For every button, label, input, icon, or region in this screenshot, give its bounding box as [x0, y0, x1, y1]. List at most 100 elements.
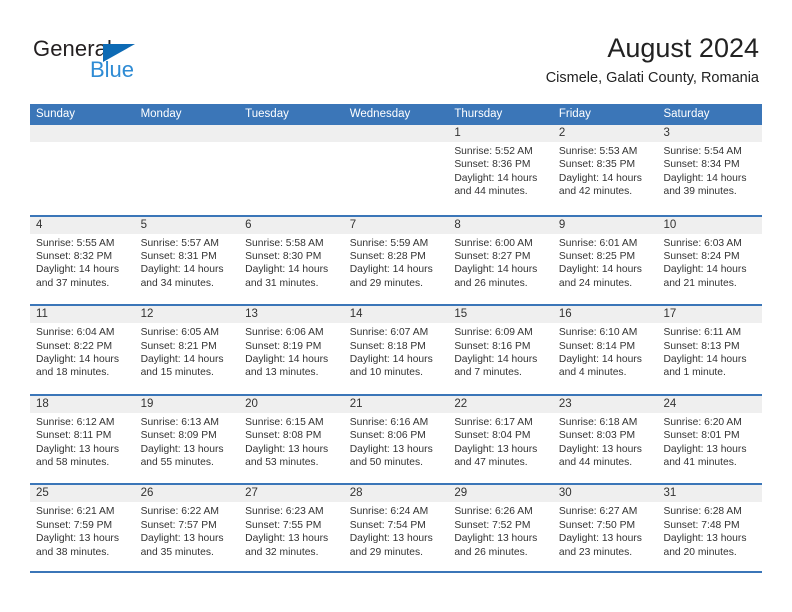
day-cell[interactable]: 1 Sunrise: 5:52 AM Sunset: 8:36 PM Dayli… — [448, 125, 553, 215]
day-cell[interactable]: 19 Sunrise: 6:13 AM Sunset: 8:09 PM Dayl… — [135, 396, 240, 484]
day-info: Sunrise: 5:57 AM Sunset: 8:31 PM Dayligh… — [141, 237, 240, 291]
daylight-text-line1: Daylight: 14 hours — [36, 264, 119, 276]
sunset-text: Sunset: 8:35 PM — [558, 159, 636, 171]
sunset-text: Sunset: 8:32 PM — [36, 251, 113, 262]
page-title: August 2024 — [607, 33, 759, 63]
day-number — [36, 125, 135, 142]
day-cell[interactable]: 10 Sunrise: 6:03 AM Sunset: 8:24 PM Dayl… — [657, 217, 762, 305]
day-cell[interactable]: 17 Sunrise: 6:11 AM Sunset: 8:13 PM Dayl… — [657, 306, 762, 394]
day-cell[interactable]: 27 Sunrise: 6:23 AM Sunset: 7:55 PM Dayl… — [239, 485, 344, 571]
day-number: 11 — [36, 308, 48, 321]
sunset-text: Sunset: 8:03 PM — [558, 430, 636, 442]
sunset-text: Sunset: 7:50 PM — [558, 519, 636, 531]
day-cell[interactable]: 7 Sunrise: 5:59 AM Sunset: 8:28 PM Dayli… — [344, 217, 449, 305]
day-info: Sunrise: 6:17 AM Sunset: 8:04 PM Dayligh… — [454, 416, 553, 470]
day-cell[interactable]: 30 Sunrise: 6:27 AM Sunset: 7:50 PM Dayl… — [553, 485, 658, 571]
day-cell[interactable]: 13 Sunrise: 6:06 AM Sunset: 8:19 PM Dayl… — [239, 306, 344, 394]
general-blue-logo[interactable]: General Blue — [33, 36, 233, 86]
day-cell[interactable] — [239, 125, 344, 215]
day-info: Sunrise: 6:26 AM Sunset: 7:52 PM Dayligh… — [454, 505, 553, 559]
weekday-header-monday: Monday — [140, 108, 182, 120]
daylight-text-line2: and 38 minutes. — [36, 546, 110, 558]
weekday-header-wednesday: Wednesday — [349, 108, 411, 120]
day-cell[interactable]: 21 Sunrise: 6:16 AM Sunset: 8:06 PM Dayl… — [344, 396, 449, 484]
weekday-header-sunday: Sunday — [36, 108, 76, 120]
day-cell[interactable]: 26 Sunrise: 6:22 AM Sunset: 7:57 PM Dayl… — [135, 485, 240, 571]
day-cell[interactable]: 14 Sunrise: 6:07 AM Sunset: 8:18 PM Dayl… — [344, 306, 449, 394]
day-number — [245, 125, 344, 142]
daylight-text-line2: and 13 minutes. — [245, 367, 319, 379]
day-info: Sunrise: 6:22 AM Sunset: 7:57 PM Dayligh… — [141, 505, 240, 559]
day-cell[interactable]: 28 Sunrise: 6:24 AM Sunset: 7:54 PM Dayl… — [344, 485, 449, 571]
day-number: 29 — [454, 487, 468, 500]
daylight-text-line1: Daylight: 13 hours — [349, 533, 433, 545]
day-number: 31 — [663, 487, 677, 500]
day-cell[interactable]: 23 Sunrise: 6:18 AM Sunset: 8:03 PM Dayl… — [553, 396, 658, 484]
day-cell[interactable]: 25 Sunrise: 6:21 AM Sunset: 7:59 PM Dayl… — [30, 485, 135, 571]
day-info: Sunrise: 6:04 AM Sunset: 8:22 PM Dayligh… — [36, 326, 135, 380]
day-cell[interactable]: 29 Sunrise: 6:26 AM Sunset: 7:52 PM Dayl… — [448, 485, 553, 571]
day-cell[interactable]: 9 Sunrise: 6:01 AM Sunset: 8:25 PM Dayli… — [553, 217, 658, 305]
day-cell[interactable]: 31 Sunrise: 6:28 AM Sunset: 7:48 PM Dayl… — [657, 485, 762, 571]
day-cell[interactable]: 6 Sunrise: 5:58 AM Sunset: 8:30 PM Dayli… — [239, 217, 344, 305]
day-cell[interactable]: 20 Sunrise: 6:15 AM Sunset: 8:08 PM Dayl… — [239, 396, 344, 484]
calendar-table: Sunday Monday Tuesday Wednesday Thursday… — [30, 104, 762, 573]
day-number: 15 — [454, 308, 468, 321]
daylight-text-line1: Daylight: 14 hours — [558, 354, 642, 365]
day-cell[interactable]: 15 Sunrise: 6:09 AM Sunset: 8:16 PM Dayl… — [448, 306, 553, 394]
day-number: 3 — [663, 127, 670, 139]
day-cell[interactable]: 2 Sunrise: 5:53 AM Sunset: 8:35 PM Dayli… — [553, 125, 658, 215]
sunset-text: Sunset: 8:36 PM — [454, 159, 531, 171]
day-cell[interactable] — [135, 125, 240, 215]
sunrise-text: Sunrise: 5:54 AM — [663, 146, 742, 157]
day-number: 30 — [558, 487, 572, 500]
daylight-text-line1: Daylight: 14 hours — [349, 264, 433, 276]
day-number — [141, 125, 240, 142]
day-number: 20 — [245, 397, 258, 410]
sunset-text: Sunset: 8:30 PM — [245, 251, 322, 262]
sunset-text: Sunset: 7:54 PM — [349, 519, 426, 531]
sunset-text: Sunset: 7:52 PM — [454, 519, 531, 531]
daylight-text-line1: Daylight: 13 hours — [36, 533, 119, 545]
daylight-text-line1: Daylight: 14 hours — [663, 172, 747, 184]
day-cell[interactable]: 16 Sunrise: 6:10 AM Sunset: 8:14 PM Dayl… — [553, 306, 658, 394]
day-number: 25 — [36, 487, 49, 500]
day-number: 6 — [245, 218, 252, 231]
day-cell[interactable] — [30, 125, 135, 215]
day-info: Sunrise: 6:07 AM Sunset: 8:18 PM Dayligh… — [350, 326, 449, 380]
day-info: Sunrise: 5:53 AM Sunset: 8:35 PM Dayligh… — [559, 145, 658, 199]
day-cell[interactable]: 22 Sunrise: 6:17 AM Sunset: 8:04 PM Dayl… — [448, 396, 553, 484]
sunrise-text: Sunrise: 6:01 AM — [558, 237, 638, 249]
daylight-text-line2: and 18 minutes. — [36, 367, 110, 379]
daylight-text-line2: and 35 minutes. — [140, 546, 214, 558]
sunset-text: Sunset: 8:04 PM — [454, 430, 531, 442]
day-info: Sunrise: 5:54 AM Sunset: 8:34 PM Dayligh… — [663, 145, 762, 199]
day-cell[interactable]: 18 Sunrise: 6:12 AM Sunset: 8:11 PM Dayl… — [30, 396, 135, 484]
day-info: Sunrise: 6:00 AM Sunset: 8:27 PM Dayligh… — [454, 237, 553, 291]
day-cell[interactable]: 4 Sunrise: 5:55 AM Sunset: 8:32 PM Dayli… — [30, 217, 135, 305]
daylight-text-line2: and 21 minutes. — [663, 277, 737, 289]
daylight-text-line1: Daylight: 13 hours — [140, 533, 224, 545]
day-number: 23 — [558, 397, 572, 410]
day-cell[interactable] — [344, 125, 449, 215]
day-cell[interactable]: 11 Sunrise: 6:04 AM Sunset: 8:22 PM Dayl… — [30, 306, 135, 394]
day-cell[interactable]: 5 Sunrise: 5:57 AM Sunset: 8:31 PM Dayli… — [135, 217, 240, 305]
day-cell[interactable]: 8 Sunrise: 6:00 AM Sunset: 8:27 PM Dayli… — [448, 217, 553, 305]
sunset-text: Sunset: 8:06 PM — [349, 430, 426, 442]
day-number: 13 — [245, 308, 258, 321]
day-number: 14 — [349, 308, 363, 321]
day-info: Sunrise: 6:20 AM Sunset: 8:01 PM Dayligh… — [663, 416, 762, 470]
daylight-text-line2: and 29 minutes. — [349, 277, 424, 289]
sunrise-text: Sunrise: 6:22 AM — [140, 506, 219, 518]
calendar-week-row: 11 Sunrise: 6:04 AM Sunset: 8:22 PM Dayl… — [30, 304, 762, 394]
calendar-week-row: 1 Sunrise: 5:52 AM Sunset: 8:36 PM Dayli… — [30, 125, 762, 215]
sunrise-text: Sunrise: 6:13 AM — [140, 416, 219, 428]
daylight-text-line1: Daylight: 13 hours — [140, 443, 224, 455]
day-cell[interactable]: 12 Sunrise: 6:05 AM Sunset: 8:21 PM Dayl… — [135, 306, 240, 394]
sunset-text: Sunset: 8:01 PM — [663, 430, 740, 442]
day-cell[interactable]: 3 Sunrise: 5:54 AM Sunset: 8:34 PM Dayli… — [657, 125, 762, 215]
sunrise-text: Sunrise: 6:12 AM — [36, 416, 115, 428]
day-number: 26 — [140, 487, 154, 500]
weekday-header-thursday: Thursday — [454, 108, 503, 120]
day-cell[interactable]: 24 Sunrise: 6:20 AM Sunset: 8:01 PM Dayl… — [657, 396, 762, 484]
